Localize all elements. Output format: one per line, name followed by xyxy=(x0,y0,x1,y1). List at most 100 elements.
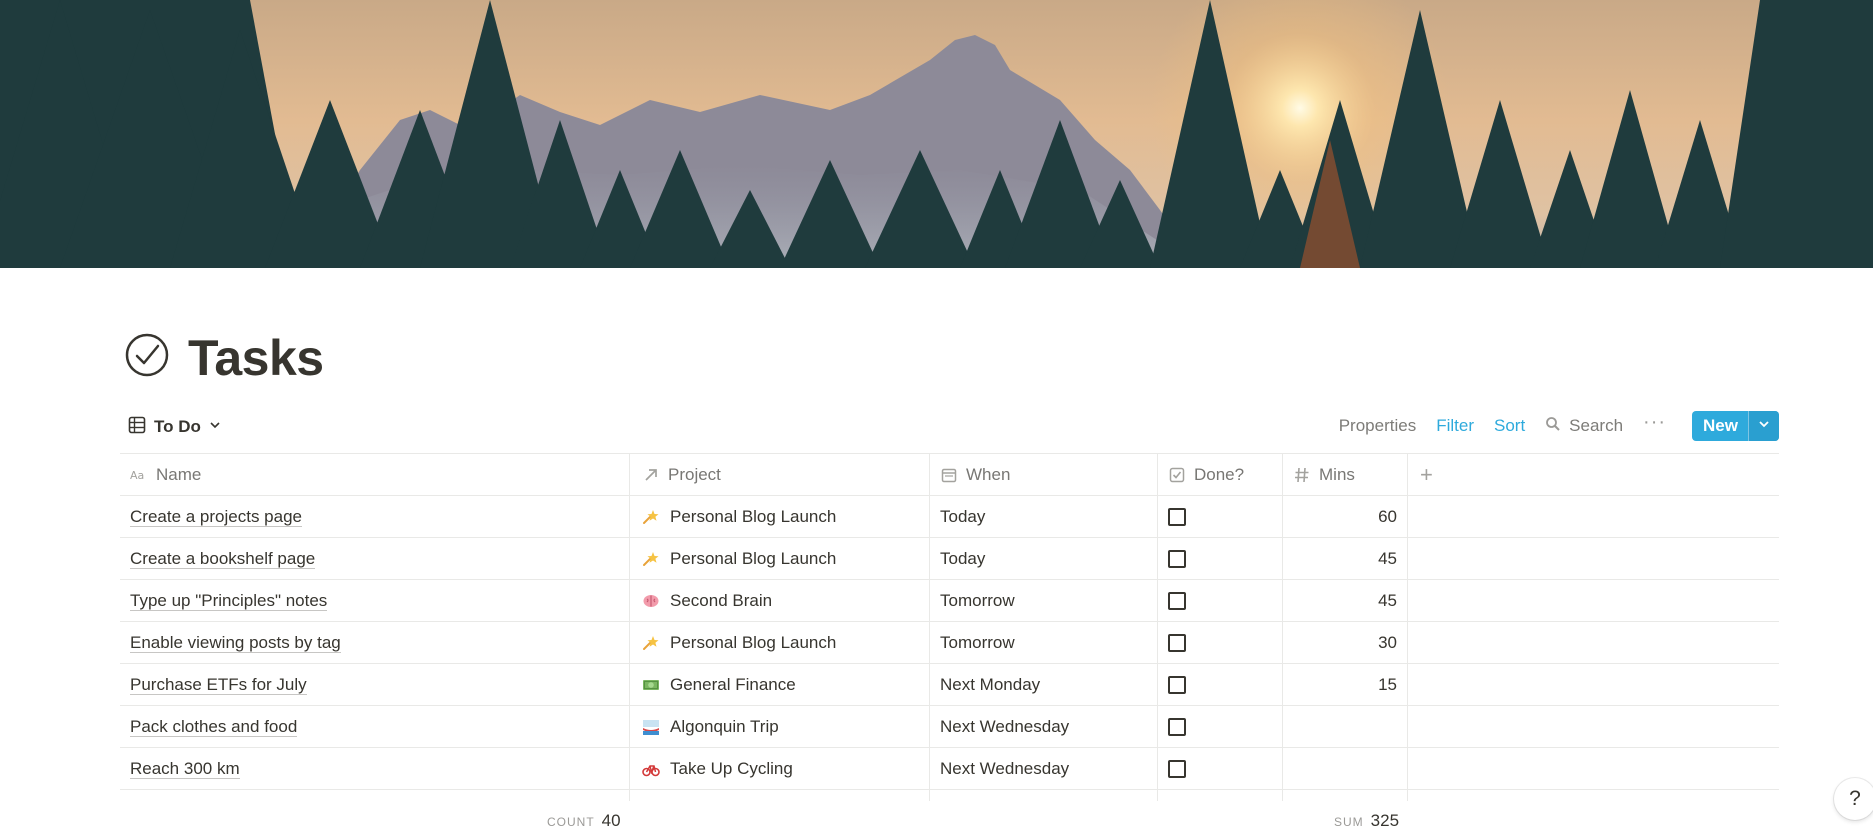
table-row[interactable]: Pack clothes and food Algonquin Trip Next … xyxy=(120,706,1779,748)
cell-mins[interactable]: 45 xyxy=(1283,538,1408,579)
cell-empty xyxy=(1408,496,1779,537)
cell-done xyxy=(1158,538,1283,579)
number-hash-icon xyxy=(1293,466,1311,484)
done-checkbox[interactable] xyxy=(1168,717,1186,736)
mins-value: 30 xyxy=(1378,632,1397,652)
task-name[interactable]: Create a bookshelf page xyxy=(130,549,316,569)
cell-mins[interactable]: 15 xyxy=(1283,664,1408,705)
check-circle-icon[interactable] xyxy=(124,332,170,378)
when-value: Next Monday xyxy=(940,674,1041,694)
table-row[interactable]: Type up "Principles" notes Second Brain To… xyxy=(120,580,1779,622)
plus-icon: + xyxy=(1420,461,1433,487)
cell-done xyxy=(1158,496,1283,537)
text-icon: Aa xyxy=(130,466,148,484)
cell-mins[interactable]: 30 xyxy=(1283,622,1408,663)
cell-mins[interactable]: 60 xyxy=(1283,496,1408,537)
new-dropdown-button[interactable] xyxy=(1748,411,1779,441)
project-name[interactable]: Personal Blog Launch xyxy=(670,507,836,527)
when-value: Tomorrow xyxy=(940,632,1015,652)
chevron-down-icon xyxy=(209,418,221,436)
column-label: Done? xyxy=(1194,464,1245,484)
cell-project[interactable]: Second Brain xyxy=(630,580,930,621)
cell-project[interactable]: Algonquin Trip xyxy=(630,706,930,747)
done-checkbox[interactable] xyxy=(1168,759,1186,778)
search-icon xyxy=(1545,416,1561,437)
column-header-done[interactable]: Done? xyxy=(1158,454,1283,495)
column-header-name[interactable]: Aa Name xyxy=(120,454,630,495)
new-button-group: New xyxy=(1692,411,1779,441)
cell-name[interactable]: Type up "Principles" notes xyxy=(120,580,630,621)
cell-done xyxy=(1158,706,1283,747)
table-row[interactable]: Create a projects page Personal Blog Laun… xyxy=(120,496,1779,538)
table-row[interactable]: Create a bookshelf page Personal Blog Lau… xyxy=(120,538,1779,580)
cell-project[interactable]: General Finance xyxy=(630,664,930,705)
search-button[interactable]: Search xyxy=(1545,416,1623,437)
more-options-icon[interactable]: ··· xyxy=(1643,412,1666,435)
cell-empty xyxy=(1408,622,1779,663)
project-name[interactable]: Take Up Cycling xyxy=(670,759,793,779)
done-checkbox[interactable] xyxy=(1168,633,1186,652)
cell-mins[interactable]: 45 xyxy=(1283,580,1408,621)
new-button[interactable]: New xyxy=(1692,411,1748,441)
task-name[interactable]: Create a projects page xyxy=(130,507,302,527)
cell-when[interactable]: Today xyxy=(930,538,1158,579)
cell-project[interactable]: Take Up Cycling xyxy=(630,748,930,789)
done-checkbox[interactable] xyxy=(1168,507,1186,526)
mins-value: 45 xyxy=(1378,548,1397,568)
sum-calculation[interactable]: SUM 325 xyxy=(1334,811,1399,831)
when-value: Today xyxy=(940,506,986,526)
done-checkbox[interactable] xyxy=(1168,591,1186,610)
page-title[interactable]: Tasks xyxy=(188,326,324,390)
search-label: Search xyxy=(1569,416,1624,435)
cell-mins[interactable] xyxy=(1283,706,1408,747)
column-label: Name xyxy=(156,464,202,484)
project-name[interactable]: Personal Blog Launch xyxy=(670,549,836,569)
cell-name[interactable]: Reach 300 km xyxy=(120,748,630,789)
task-name[interactable]: Pack clothes and food xyxy=(130,717,298,737)
cell-when[interactable]: Next Wednesday xyxy=(930,748,1158,789)
sort-button[interactable]: Sort xyxy=(1494,416,1525,436)
cell-empty xyxy=(1408,748,1779,789)
cell-project[interactable]: Personal Blog Launch xyxy=(630,538,930,579)
cell-when[interactable]: Tomorrow xyxy=(930,580,1158,621)
table-row[interactable]: Reach 300 km Take Up Cycling Next Wednesda… xyxy=(120,748,1779,790)
cell-name[interactable]: Create a bookshelf page xyxy=(120,538,630,579)
filter-button[interactable]: Filter xyxy=(1436,416,1474,436)
column-header-project[interactable]: Project xyxy=(630,454,930,495)
view-selector[interactable]: To Do xyxy=(128,414,221,440)
cell-when[interactable]: Tomorrow xyxy=(930,622,1158,663)
cell-project[interactable]: Personal Blog Launch xyxy=(630,622,930,663)
task-name[interactable]: Purchase ETFs for July xyxy=(130,675,307,695)
count-label: COUNT xyxy=(547,815,595,829)
cell-name[interactable]: Enable viewing posts by tag xyxy=(120,622,630,663)
project-name[interactable]: Personal Blog Launch xyxy=(670,633,836,653)
table-row[interactable]: Purchase ETFs for July General Finance Nex… xyxy=(120,664,1779,706)
count-calculation[interactable]: COUNT 40 xyxy=(547,811,621,831)
tasks-table: Aa Name Project When Done? Mins + Create… xyxy=(120,453,1779,802)
cell-name[interactable]: Create a projects page xyxy=(120,496,630,537)
table-view-icon xyxy=(128,416,146,439)
done-checkbox[interactable] xyxy=(1168,675,1186,694)
cell-mins[interactable] xyxy=(1283,748,1408,789)
cell-name[interactable]: Pack clothes and food xyxy=(120,706,630,747)
project-name[interactable]: Second Brain xyxy=(670,591,772,611)
properties-button[interactable]: Properties xyxy=(1339,416,1416,436)
cell-when[interactable]: Next Wednesday xyxy=(930,706,1158,747)
column-header-mins[interactable]: Mins xyxy=(1283,454,1408,495)
project-name[interactable]: Algonquin Trip xyxy=(670,717,779,737)
table-row[interactable]: Enable viewing posts by tag Personal Blog… xyxy=(120,622,1779,664)
cell-name[interactable]: Purchase ETFs for July xyxy=(120,664,630,705)
add-property-button[interactable]: + xyxy=(1408,454,1779,495)
cell-empty xyxy=(1408,580,1779,621)
task-name[interactable]: Type up "Principles" notes xyxy=(130,591,328,611)
column-header-when[interactable]: When xyxy=(930,454,1158,495)
column-label: When xyxy=(966,464,1011,484)
cell-when[interactable]: Next Monday xyxy=(930,664,1158,705)
cell-when[interactable]: Today xyxy=(930,496,1158,537)
task-name[interactable]: Reach 300 km xyxy=(130,759,240,779)
help-button[interactable]: ? xyxy=(1834,778,1873,820)
cell-project[interactable]: Personal Blog Launch xyxy=(630,496,930,537)
done-checkbox[interactable] xyxy=(1168,549,1186,568)
project-name[interactable]: General Finance xyxy=(670,675,796,695)
task-name[interactable]: Enable viewing posts by tag xyxy=(130,633,341,653)
